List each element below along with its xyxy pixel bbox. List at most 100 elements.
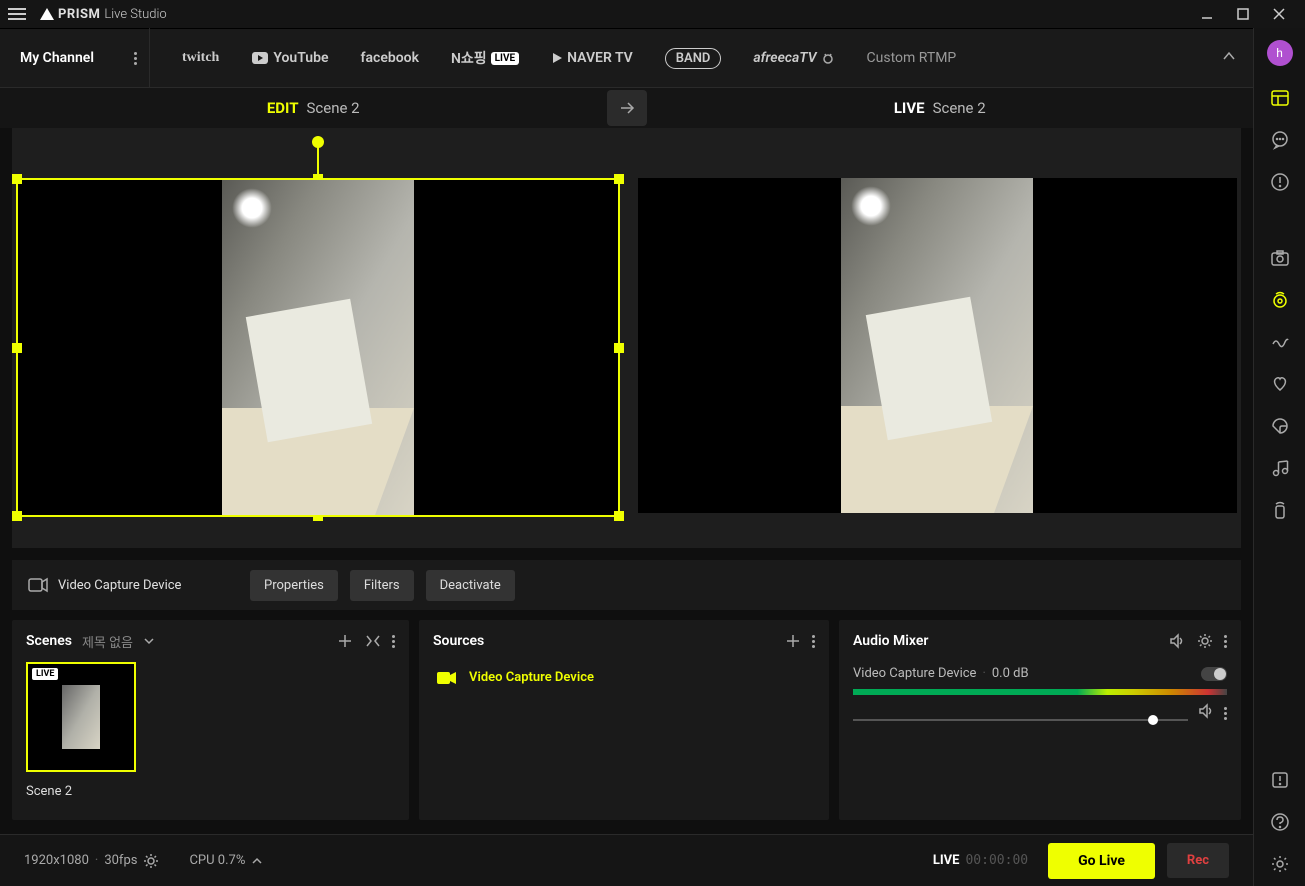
- cpu-usage[interactable]: CPU 0.7%: [189, 853, 263, 868]
- selected-source-name: Video Capture Device: [58, 578, 181, 593]
- scenes-title: Scenes: [26, 633, 72, 649]
- maximize-button[interactable]: [1225, 0, 1261, 28]
- resize-handle-bl[interactable]: [12, 511, 22, 521]
- resize-handle-br[interactable]: [614, 511, 624, 521]
- selected-source: Video Capture Device: [28, 577, 238, 593]
- remote-button[interactable]: [1270, 500, 1290, 520]
- platform-shopping-live[interactable]: N쇼핑 LIVE: [451, 48, 519, 68]
- sources-menu[interactable]: [812, 635, 815, 648]
- filters-button[interactable]: Filters: [350, 570, 414, 601]
- notice-button[interactable]: [1270, 770, 1290, 790]
- platform-twitch[interactable]: twitch: [182, 50, 219, 66]
- properties-button[interactable]: Properties: [250, 570, 338, 601]
- record-button[interactable]: Rec: [1167, 843, 1229, 878]
- mixer-menu[interactable]: [1224, 635, 1227, 648]
- chat-icon: [1270, 130, 1290, 150]
- my-channel-label: My Channel: [20, 50, 94, 66]
- sticker-button[interactable]: [1270, 416, 1290, 436]
- plus-icon: [336, 632, 354, 650]
- live-timer: 00:00:00: [965, 853, 1028, 868]
- scene-thumb-image: [62, 685, 100, 749]
- panels-row: Scenes 제목 없음 LIVE Scene 2 Sources: [12, 620, 1241, 820]
- source-item[interactable]: Video Capture Device: [433, 662, 815, 693]
- transition-button[interactable]: [607, 90, 647, 126]
- close-button[interactable]: [1261, 0, 1297, 28]
- logo-triangle-icon: [40, 8, 54, 20]
- source-actions-bar: Video Capture Device Properties Filters …: [12, 560, 1241, 610]
- studio-mode-button[interactable]: [364, 632, 382, 650]
- chevron-up-icon: [1221, 48, 1237, 64]
- alert-icon: [1270, 172, 1290, 192]
- resize-handle-tr[interactable]: [614, 174, 624, 184]
- platform-facebook[interactable]: facebook: [361, 50, 419, 66]
- youtube-icon: [251, 51, 269, 65]
- platform-navertv[interactable]: NAVER TV: [551, 50, 633, 66]
- draw-button[interactable]: [1270, 332, 1290, 352]
- platform-band[interactable]: BAND: [665, 48, 722, 69]
- app-logo: PRISM Live Studio: [40, 7, 167, 22]
- resolution-label: 1920x1080: [24, 853, 89, 868]
- plus-icon: [784, 632, 802, 650]
- scene-thumbnail[interactable]: LIVE: [26, 662, 136, 772]
- resize-handle-mr[interactable]: [614, 343, 624, 353]
- go-live-button[interactable]: Go Live: [1048, 843, 1155, 879]
- my-channel-box[interactable]: My Channel: [0, 28, 150, 88]
- gear-icon: [1270, 854, 1290, 874]
- screenshot-button[interactable]: [1270, 248, 1290, 268]
- scenes-menu[interactable]: [392, 635, 395, 648]
- mixer-title: Audio Mixer: [853, 633, 928, 649]
- minimize-button[interactable]: [1189, 0, 1225, 28]
- heart-icon: [1270, 374, 1290, 394]
- camera-photo-icon: [1270, 248, 1290, 268]
- mixer-settings[interactable]: [1196, 632, 1214, 650]
- add-scene-button[interactable]: [336, 632, 354, 650]
- hamburger-menu[interactable]: [8, 8, 32, 20]
- app-brand-suffix: Live Studio: [104, 7, 166, 22]
- scene-collection-name[interactable]: 제목 없음: [82, 632, 133, 651]
- channel-mute[interactable]: [1198, 703, 1214, 723]
- channel-bar: My Channel twitch YouTube facebook N쇼핑 L…: [0, 28, 1253, 88]
- gear-icon: [1196, 632, 1214, 650]
- live-preview[interactable]: [638, 178, 1238, 513]
- app-brand: PRISM: [58, 7, 100, 22]
- audio-meter: [853, 689, 1227, 695]
- my-channel-menu[interactable]: [134, 52, 137, 65]
- deactivate-button[interactable]: Deactivate: [426, 570, 515, 601]
- channel-menu[interactable]: [1224, 707, 1227, 720]
- platform-custom-rtmp[interactable]: Custom RTMP: [867, 50, 957, 66]
- help-button[interactable]: [1270, 812, 1290, 832]
- settings-button[interactable]: [1270, 854, 1290, 874]
- chat-button[interactable]: [1270, 130, 1290, 150]
- edit-preview[interactable]: [16, 178, 620, 517]
- resize-handle-tl[interactable]: [12, 174, 22, 184]
- channel-collapse-button[interactable]: [1221, 48, 1237, 68]
- edit-scene-name: Scene 2: [307, 99, 360, 117]
- mixer-channel-name: Video Capture Device: [853, 666, 976, 681]
- music-button[interactable]: [1270, 458, 1290, 478]
- mixer-channel-level: 0.0 dB: [992, 666, 1029, 681]
- platform-afreeca[interactable]: afreecaTV: [753, 50, 834, 66]
- platform-youtube[interactable]: YouTube: [251, 50, 328, 66]
- live-badge: LIVE: [32, 668, 58, 680]
- mixer-mute-all[interactable]: [1168, 632, 1186, 650]
- camera-feed-live: [841, 178, 1033, 513]
- add-source-button[interactable]: [784, 632, 802, 650]
- mixer-monitor-toggle[interactable]: [1201, 667, 1227, 681]
- layout-icon: [1270, 88, 1290, 108]
- scene-item-name[interactable]: Scene 2: [26, 784, 395, 799]
- virtual-cam-button[interactable]: [1270, 290, 1290, 310]
- resize-handle-ml[interactable]: [12, 343, 22, 353]
- user-avatar[interactable]: h: [1267, 40, 1293, 66]
- rotate-handle[interactable]: [312, 136, 324, 148]
- giphy-button[interactable]: [1270, 374, 1290, 394]
- edit-label: EDIT: [267, 99, 299, 117]
- gear-icon[interactable]: [143, 853, 159, 869]
- layout-button[interactable]: [1270, 88, 1290, 108]
- volume-slider[interactable]: [853, 719, 1188, 721]
- alert-button[interactable]: [1270, 172, 1290, 192]
- live-label: LIVE: [894, 99, 925, 117]
- merge-icon: [364, 632, 382, 650]
- squiggle-icon: [1270, 332, 1290, 352]
- fps-label: 30fps: [104, 853, 137, 868]
- chevron-down-icon[interactable]: [143, 635, 155, 647]
